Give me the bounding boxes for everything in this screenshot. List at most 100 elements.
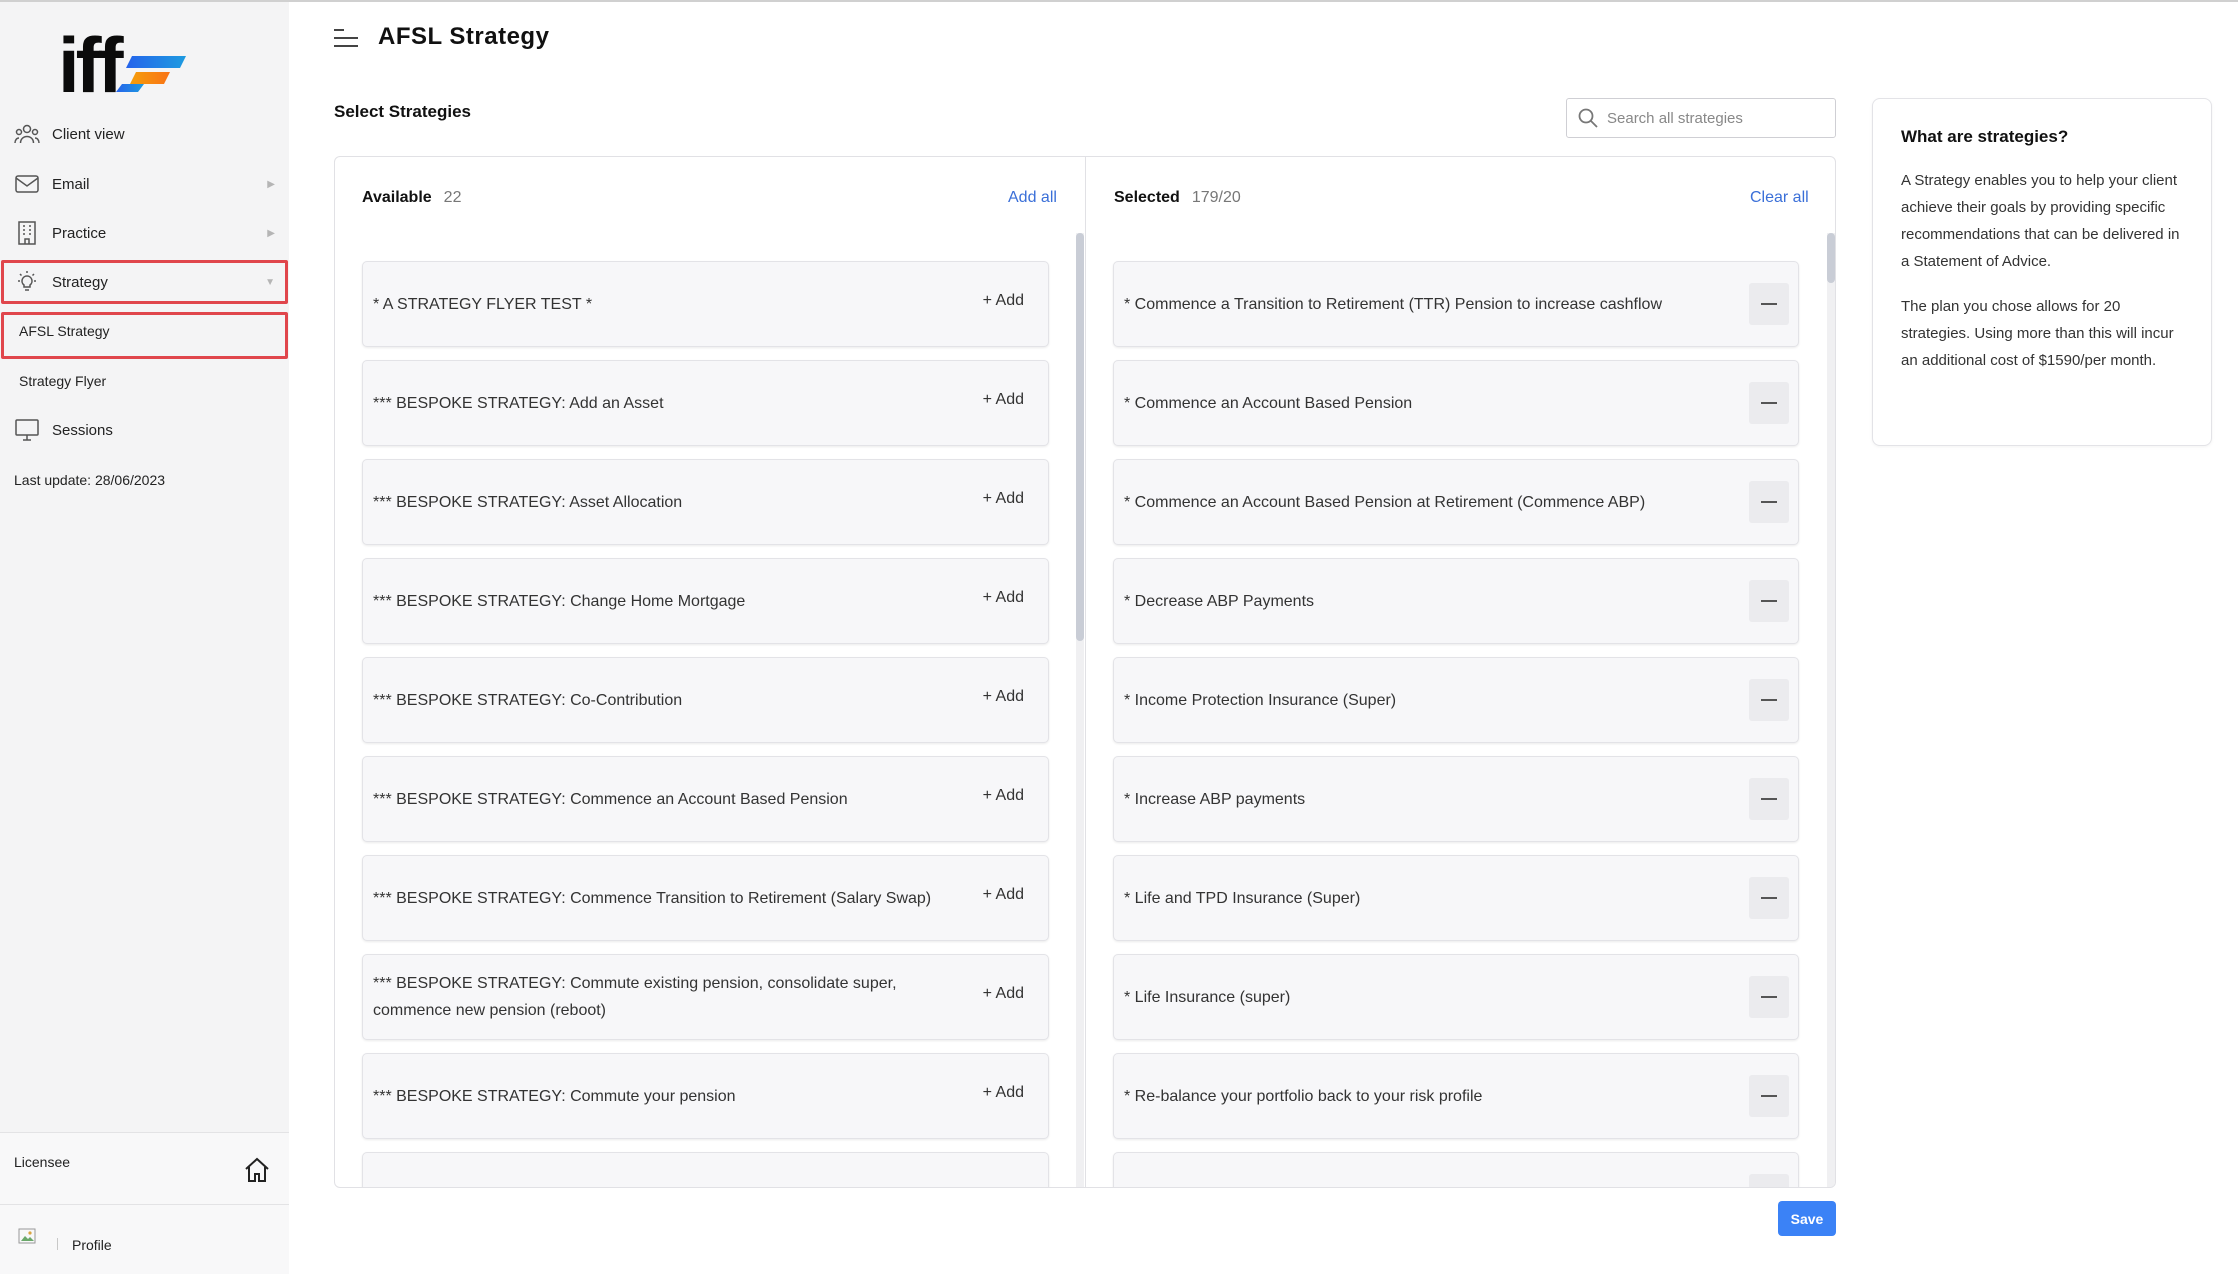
add-all-button[interactable]: Add all — [1008, 189, 1057, 207]
strategy-name: *** BESPOKE STRATEGY: Asset Allocation — [373, 493, 683, 511]
available-count: 22 — [443, 189, 462, 206]
minus-icon — [1761, 600, 1777, 602]
selected-scrollbar-thumb[interactable] — [1827, 233, 1835, 283]
save-button[interactable]: Save — [1778, 1201, 1836, 1236]
avatar[interactable] — [18, 1226, 42, 1250]
minus-icon — [1761, 996, 1777, 998]
selected-item: * Life Insurance (super) — [1113, 954, 1799, 1040]
selected-item: * Re-balance your portfolio back to your… — [1113, 1053, 1799, 1139]
add-strategy-button[interactable]: + Add — [983, 292, 1024, 310]
chevron-right-icon: ▶ — [267, 178, 275, 190]
strategy-name: * Decrease ABP Payments — [1124, 592, 1315, 610]
sidebar-item-sessions[interactable]: Sessions — [0, 406, 289, 454]
add-strategy-button[interactable]: + Add — [983, 886, 1024, 904]
search-box[interactable] — [1566, 98, 1836, 138]
sidebar-subitem-strategy-flyer[interactable]: Strategy Flyer — [0, 358, 289, 404]
available-header: Available 22 — [362, 189, 461, 207]
sidebar: iff Client view Email ▶ Practice ▶ Strat… — [0, 2, 289, 1274]
minus-icon — [1761, 798, 1777, 800]
strategy-name: *** BESPOKE STRATEGY: Commence Transitio… — [373, 889, 932, 907]
strategy-panel: Available 22 Add all * A STRATEGY FLYER … — [334, 156, 1836, 1188]
remove-strategy-button[interactable] — [1749, 1075, 1789, 1117]
remove-strategy-button[interactable] — [1749, 877, 1789, 919]
available-item: *** BESPOKE STRATEGY: Change Home Mortga… — [362, 558, 1049, 644]
top-border — [0, 0, 2238, 2]
available-item: *** BESPOKE STRATEGY: Commence an Accoun… — [362, 756, 1049, 842]
strategy-name: * Life Insurance (super) — [1124, 988, 1291, 1006]
strategy-name: *** BESPOKE STRATEGY: Co-Contribution — [373, 691, 683, 709]
strategy-name: *** BESPOKE STRATEGY: Commute your pensi… — [373, 1087, 736, 1105]
selected-scrollbar[interactable] — [1827, 233, 1835, 1187]
sidebar-item-client-view[interactable]: Client view — [0, 110, 289, 158]
available-item: * A STRATEGY FLYER TEST * + Add — [362, 261, 1049, 347]
minus-icon — [1761, 897, 1777, 899]
sidebar-item-label: Sessions — [52, 421, 113, 439]
clear-all-button[interactable]: Clear all — [1750, 189, 1809, 207]
add-strategy-button[interactable]: + Add — [983, 391, 1024, 409]
strategy-name: *** BESPOKE STRATEGY: Commute existing p… — [373, 975, 897, 1019]
info-paragraph: A Strategy enables you to help your clie… — [1901, 172, 2180, 270]
strategy-name: *** BESPOKE STRATEGY: Add an Asset — [373, 394, 664, 412]
sidebar-item-label: Client view — [52, 125, 125, 143]
selected-item: * Commence a Transition to Retirement (T… — [1113, 261, 1799, 347]
strategy-highlight-box — [1, 260, 288, 304]
sidebar-item-email[interactable]: Email ▶ — [0, 160, 289, 208]
add-strategy-button[interactable]: + Add — [983, 985, 1024, 1003]
available-item: *** BESPOKE STRATEGY: Commute existing p… — [362, 954, 1049, 1040]
licensee-label: Licensee — [14, 1154, 71, 1170]
profile-link[interactable]: Profile — [72, 1237, 112, 1253]
strategy-name: * Income Protection Insurance (Super) — [1124, 691, 1397, 709]
sidebar-subitem-label: Strategy Flyer — [19, 373, 107, 389]
search-icon — [1578, 108, 1598, 128]
strategy-name: * Life and TPD Insurance (Super) — [1124, 889, 1361, 907]
available-item: *** BESPOKE STRATEGY: Asset Allocation +… — [362, 459, 1049, 545]
divider — [0, 1204, 289, 1205]
remove-strategy-button[interactable] — [1749, 1174, 1789, 1187]
search-input[interactable] — [1607, 109, 1827, 127]
add-strategy-button[interactable]: + Add — [983, 589, 1024, 607]
strategy-name: * A STRATEGY FLYER TEST * — [373, 295, 593, 313]
remove-strategy-button[interactable] — [1749, 580, 1789, 622]
available-item-partial — [362, 1152, 1049, 1187]
mail-icon — [13, 170, 41, 198]
available-item: *** BESPOKE STRATEGY: Co-Contribution + … — [362, 657, 1049, 743]
afsl-strategy-highlight-box — [1, 312, 288, 359]
sidebar-item-practice[interactable]: Practice ▶ — [0, 209, 289, 257]
minus-icon — [1761, 402, 1777, 404]
section-title: Select Strategies — [334, 102, 472, 121]
divider — [0, 1132, 289, 1133]
minus-icon — [1761, 1095, 1777, 1097]
remove-strategy-button[interactable] — [1749, 778, 1789, 820]
home-icon[interactable] — [243, 1156, 271, 1184]
iff-logo[interactable]: iff — [58, 22, 188, 98]
add-strategy-button[interactable]: + Add — [983, 688, 1024, 706]
selected-header: Selected 179/20 — [1114, 189, 1241, 207]
selected-label: Selected — [1114, 189, 1180, 206]
minus-icon — [1761, 699, 1777, 701]
add-strategy-button[interactable]: + Add — [983, 1084, 1024, 1102]
strategy-name: *** BESPOKE STRATEGY: Commence an Accoun… — [373, 790, 848, 808]
selected-count: 179/20 — [1191, 189, 1241, 206]
selected-item: * Commence an Account Based Pension — [1113, 360, 1799, 446]
sidebar-item-label: Email — [52, 175, 90, 193]
last-update-text: Last update: 28/06/2023 — [14, 472, 166, 488]
info-paragraph: The plan you chose allows for 20 strateg… — [1901, 298, 2174, 369]
chevron-right-icon: ▶ — [267, 227, 275, 239]
add-strategy-button[interactable]: + Add — [983, 490, 1024, 508]
available-scrollbar-thumb[interactable] — [1076, 233, 1084, 641]
sidebar-item-label: Practice — [52, 224, 107, 242]
strategy-name: * Commence an Account Based Pension — [1124, 394, 1413, 412]
available-label: Available — [362, 189, 432, 206]
remove-strategy-button[interactable] — [1749, 679, 1789, 721]
building-icon — [13, 219, 41, 247]
menu-collapse-icon[interactable] — [333, 27, 359, 49]
remove-strategy-button[interactable] — [1749, 382, 1789, 424]
available-item: *** BESPOKE STRATEGY: Commence Transitio… — [362, 855, 1049, 941]
strategy-name: * Increase ABP payments — [1124, 790, 1306, 808]
remove-strategy-button[interactable] — [1749, 976, 1789, 1018]
remove-strategy-button[interactable] — [1749, 481, 1789, 523]
strategy-name: * Commence a Transition to Retirement (T… — [1124, 295, 1662, 313]
add-strategy-button[interactable]: + Add — [983, 787, 1024, 805]
remove-strategy-button[interactable] — [1749, 283, 1789, 325]
selected-item: * Commence an Account Based Pension at R… — [1113, 459, 1799, 545]
